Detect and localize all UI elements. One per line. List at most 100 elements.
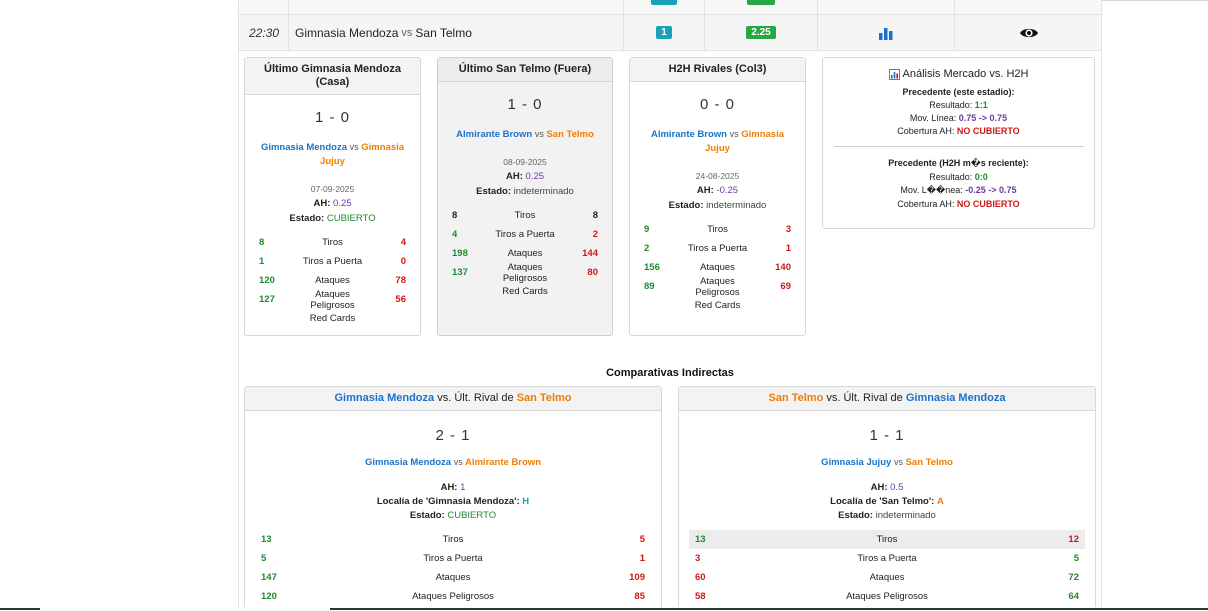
last-home-card: Último Gimnasia Mendoza (Casa) 1 - 0 Gim… xyxy=(244,57,421,336)
ah-cell: 1 xyxy=(623,15,704,50)
precedent-1-title: Precedente (este estadio): xyxy=(902,87,1015,97)
stat-right: 56 xyxy=(395,294,406,305)
stat-left: 156 xyxy=(644,262,660,273)
indirect-panel-home: Gimnasia Mendoza vs. Últ. Rival de San T… xyxy=(244,386,662,611)
team-b[interactable]: Almirante Brown xyxy=(465,457,541,468)
card-stats: 8 Tiros 8 4 Tiros a Puerta 2 198 Ataques 144 1… xyxy=(438,206,612,284)
stat-row: 89 Ataques Peligrosos 69 xyxy=(630,275,805,298)
header-team-a: San Telmo xyxy=(768,392,824,404)
prev-ah-cell xyxy=(623,0,704,14)
stat-name: Tiros xyxy=(876,534,898,545)
panel-stats: 13 Tiros 5 5 Tiros a Puerta 1 147 Ataques 109 … xyxy=(245,530,661,606)
stat-row: 5 Tiros a Puerta 1 xyxy=(255,549,651,568)
move-label: Mov. Línea: xyxy=(909,113,957,123)
match-teams[interactable]: Gimnasia Mendoza vs San Telmo xyxy=(288,15,623,50)
vs-label: vs xyxy=(401,26,413,39)
home-team: Gimnasia Mendoza xyxy=(295,25,399,40)
scroll-segment xyxy=(0,608,40,610)
stat-right: 144 xyxy=(582,248,598,259)
stat-name: Tiros a Puerta xyxy=(857,553,917,564)
stat-left: 5 xyxy=(261,553,267,564)
prev-chart-cell xyxy=(817,0,954,14)
eye-icon[interactable] xyxy=(1019,26,1039,40)
prev-match-cell xyxy=(288,0,623,14)
stat-right: 1 xyxy=(639,553,645,564)
analysis-title-row: Análisis Mercado vs. H2H xyxy=(823,68,1094,80)
stat-name: Tiros xyxy=(322,237,343,248)
stat-row: 120 Ataques 78 xyxy=(245,271,420,290)
status-label: Estado: xyxy=(838,510,873,521)
panel-score: 2 - 1 xyxy=(435,427,471,444)
card-stats: 8 Tiros 4 1 Tiros a Puerta 0 120 Ataques 78 12… xyxy=(245,233,420,311)
stat-left: 120 xyxy=(259,275,275,286)
panel-teams: Gimnasia Mendoza vs Almirante Brown xyxy=(245,455,661,470)
stat-left: 8 xyxy=(452,210,458,221)
stat-right: 69 xyxy=(780,281,791,292)
divider xyxy=(833,146,1084,147)
ah-label: AH: xyxy=(696,185,714,196)
locality-value: A xyxy=(936,496,944,507)
stat-row: 137 Ataques Peligrosos 80 xyxy=(438,262,612,284)
coverage-value: NO CUBIERTO xyxy=(956,126,1020,136)
stat-left: 58 xyxy=(695,591,706,602)
away-team: San Telmo xyxy=(415,25,472,40)
stat-row: 9 Tiros 3 xyxy=(630,220,805,239)
card-title: Último Gimnasia Mendoza (Casa) xyxy=(245,58,420,95)
team-a[interactable]: Gimnasia Jujuy xyxy=(821,457,891,468)
card-status: Estado: indeterminado xyxy=(438,186,612,197)
stat-name: Tiros a Puerta xyxy=(423,553,483,564)
stat-right: 64 xyxy=(1068,591,1079,602)
header-team-a: Gimnasia Mendoza xyxy=(334,392,435,404)
panel-ah: AH: 1 xyxy=(245,482,661,493)
precedent-1-move: Mov. Línea: 0.75 -> 0.75 xyxy=(823,113,1094,123)
goals-badge: 2.25 xyxy=(746,26,776,39)
team-a[interactable]: Gimnasia Mendoza xyxy=(261,142,347,153)
team-b[interactable]: San Telmo xyxy=(906,457,953,468)
chart-cell xyxy=(817,15,954,50)
team-a[interactable]: Gimnasia Mendoza xyxy=(365,457,451,468)
stat-left: 2 xyxy=(644,243,650,254)
stat-row: 4 Tiros a Puerta 2 xyxy=(438,225,612,244)
stat-row: 3 Tiros a Puerta 5 xyxy=(689,549,1085,568)
coverage-label: Cobertura AH: xyxy=(897,126,955,136)
precedent-2-title: Precedente (H2H m�s reciente): xyxy=(888,158,1029,168)
locality-value: H xyxy=(522,496,530,507)
ah-value: -0.25 xyxy=(716,185,739,196)
red-cards-label: Red Cards xyxy=(694,300,741,311)
table-row[interactable]: 22:30 Gimnasia Mendoza vs San Telmo 1 2.… xyxy=(239,15,1101,51)
stat-row: 147 Ataques 109 xyxy=(255,568,651,587)
bar-chart-icon[interactable] xyxy=(879,26,893,40)
stat-right: 72 xyxy=(1068,572,1079,583)
coverage-label: Cobertura AH: xyxy=(897,199,955,209)
result-value: 0:0 xyxy=(974,172,988,182)
stat-name: Ataques xyxy=(869,572,905,583)
team-a[interactable]: Almirante Brown xyxy=(456,129,532,140)
market-analysis-panel: Análisis Mercado vs. H2H Precedente (est… xyxy=(822,57,1095,229)
prev-view-cell xyxy=(954,0,1101,14)
stat-right: 5 xyxy=(1073,553,1079,564)
stat-name: Ataques Peligrosos xyxy=(310,288,355,311)
analysis-title: Análisis Mercado vs. H2H xyxy=(902,68,1029,80)
stat-left: 4 xyxy=(452,229,458,240)
stat-name: Ataques Peligrosos xyxy=(695,275,740,298)
ah-value: 0.25 xyxy=(525,171,545,182)
stat-left: 13 xyxy=(261,534,272,545)
status-value: CUBIERTO xyxy=(447,510,497,521)
card-status: Estado: indeterminado xyxy=(630,200,805,211)
stat-row: 8 Tiros 8 xyxy=(438,206,612,225)
stat-row: 58 Ataques Peligrosos 64 xyxy=(689,587,1085,606)
stat-row: 8 Tiros 4 xyxy=(245,233,420,252)
result-label: Resultado: xyxy=(929,172,973,182)
card-stats: 9 Tiros 3 2 Tiros a Puerta 1 156 Ataques 140 8… xyxy=(630,220,805,298)
panel-stats: 13 Tiros 12 3 Tiros a Puerta 5 60 Ataques 72 5… xyxy=(679,530,1095,606)
stat-row: 1 Tiros a Puerta 0 xyxy=(245,252,420,271)
stat-row: 13 Tiros 12 xyxy=(689,530,1085,549)
stat-right: 80 xyxy=(587,267,598,278)
team-b[interactable]: San Telmo xyxy=(546,129,593,140)
status-value: indeterminado xyxy=(706,200,767,211)
team-a[interactable]: Almirante Brown xyxy=(651,129,727,140)
stat-row: 120 Ataques Peligrosos 85 xyxy=(255,587,651,606)
precedent-2-move: Mov. L��nea: -0.25 -> 0.75 xyxy=(823,185,1094,196)
ah-label: AH: xyxy=(870,482,888,493)
goals-cell: 2.25 xyxy=(704,15,817,50)
